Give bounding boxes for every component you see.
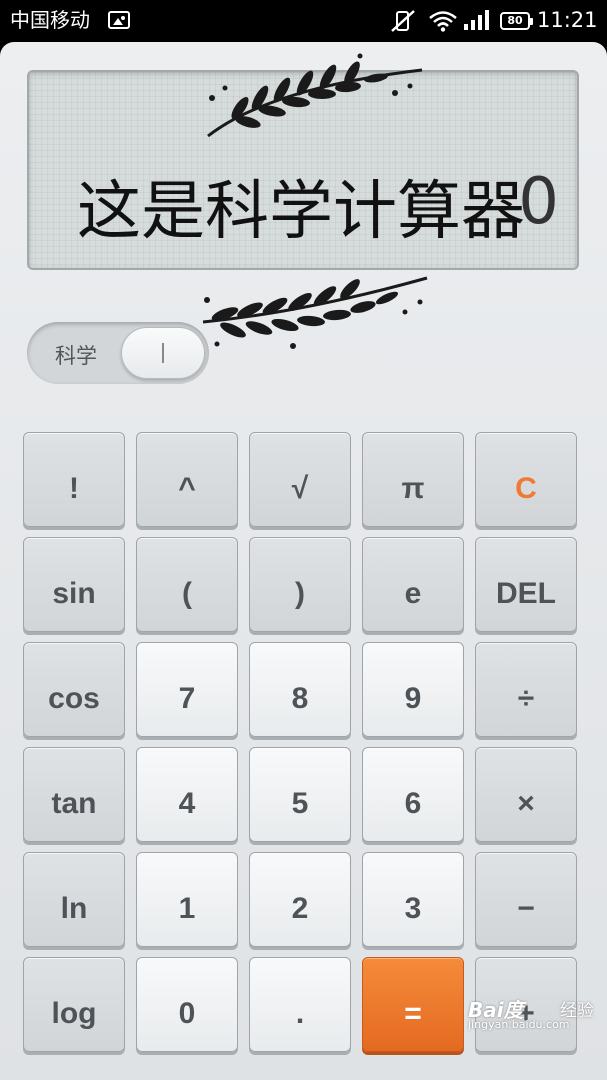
leaf-sprig-decoration-top [207, 53, 423, 138]
key-sin-button[interactable]: sin [23, 537, 125, 632]
scientific-mode-toggle[interactable]: 科学 [27, 322, 209, 384]
key-divide-button[interactable]: ÷ [475, 642, 577, 737]
key-sqrt-button[interactable]: √ [249, 432, 351, 527]
key-cos-button[interactable]: cos [23, 642, 125, 737]
image-notification-icon [108, 11, 130, 29]
key-power-button[interactable]: ^ [136, 432, 238, 527]
status-clock: 11:21 [537, 8, 598, 32]
key-decimal-button[interactable]: . [249, 957, 351, 1052]
key-close-paren-button[interactable]: ) [249, 537, 351, 632]
key-equals-button[interactable]: = [362, 957, 464, 1052]
baidu-jingyan-watermark: Bai度 经验 jingyan.baidu.com [468, 994, 598, 1034]
keypad: ! ^ √ π Csin() e DEL cos 7 8 9 ÷ tan 4 5 6 × ln 1 2 3− log 0. =… [23, 432, 582, 1052]
key-digit-2-button[interactable]: 2 [249, 852, 351, 947]
display-caption-overlay: 这是科学计算器 [77, 175, 525, 249]
calculator-app: 0 这是科学计算器 科学 ! ^ √ π C sin () e DEL cos… [0, 42, 607, 1080]
key-log-button[interactable]: log [23, 957, 125, 1052]
leaf-sprig-decoration-bottom [202, 276, 428, 349]
signal-strength-icon [464, 10, 489, 30]
key-digit-9-button[interactable]: 9 [362, 642, 464, 737]
key-digit-4-button[interactable]: 4 [136, 747, 238, 842]
watermark-url: jingyan.baidu.com [468, 1018, 570, 1031]
key-factorial-button[interactable]: ! [23, 432, 125, 527]
key-open-paren-button[interactable]: ( [136, 537, 238, 632]
key-euler-button[interactable]: e [362, 537, 464, 632]
vibrate-off-icon [391, 10, 415, 32]
key-digit-3-button[interactable]: 3 [362, 852, 464, 947]
wifi-icon [429, 11, 457, 32]
key-digit-5-button[interactable]: 5 [249, 747, 351, 842]
carrier-name: 中国移动 [10, 8, 90, 32]
status-bar: 中国移动 80 11:21 [0, 0, 607, 42]
key-tan-button[interactable]: tan [23, 747, 125, 842]
key-minus-button[interactable]: − [475, 852, 577, 947]
key-multiply-button[interactable]: × [475, 747, 577, 842]
key-digit-7-button[interactable]: 7 [136, 642, 238, 737]
toggle-switch-knob[interactable] [121, 327, 205, 379]
key-pi-button[interactable]: π [362, 432, 464, 527]
key-clear-button[interactable]: C [475, 432, 577, 527]
key-digit-8-button[interactable]: 8 [249, 642, 351, 737]
key-ln-button[interactable]: ln [23, 852, 125, 947]
toggle-label: 科学 [55, 344, 97, 368]
key-digit-0-button[interactable]: 0 [136, 957, 238, 1052]
key-digit-1-button[interactable]: 1 [136, 852, 238, 947]
key-delete-button[interactable]: DEL [475, 537, 577, 632]
battery-icon: 80 [500, 12, 533, 30]
key-digit-6-button[interactable]: 6 [362, 747, 464, 842]
